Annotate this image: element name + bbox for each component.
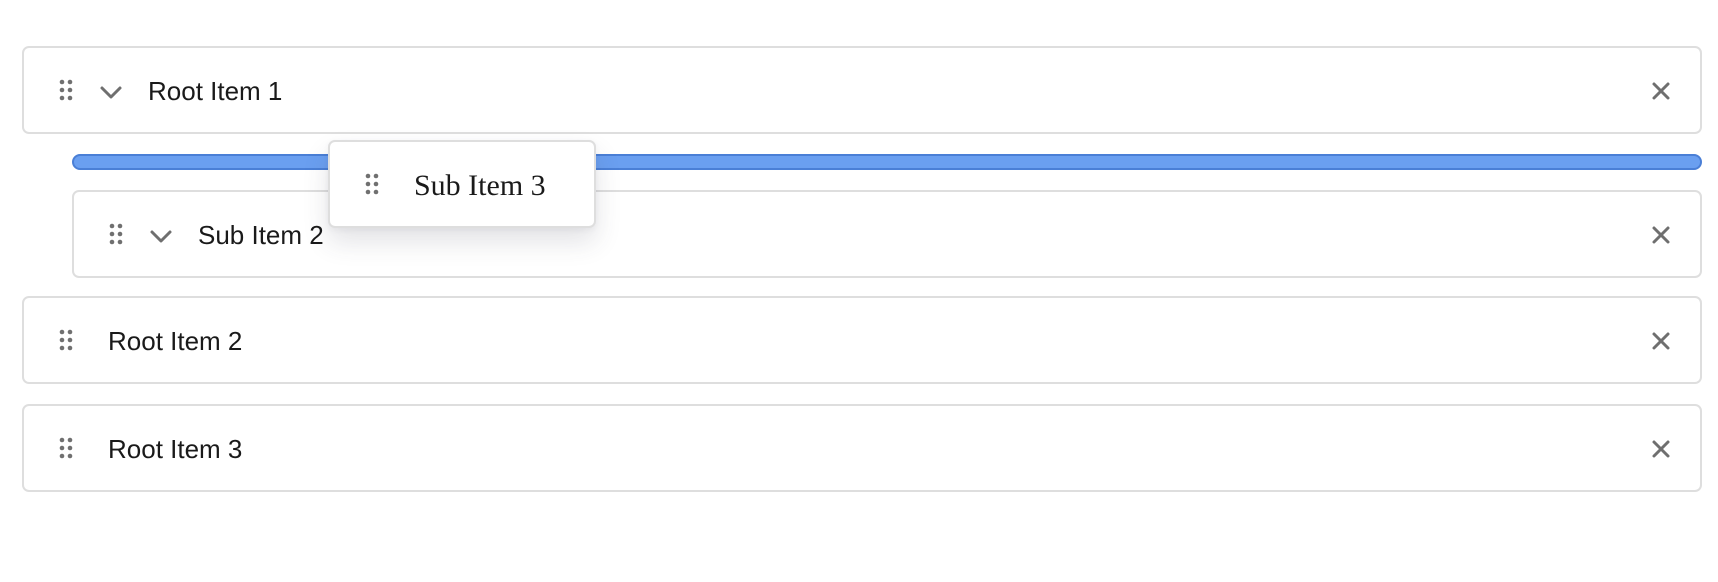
chevron-down-icon[interactable]	[148, 226, 174, 246]
tree-item-root-item-3[interactable]: Root Item 3	[22, 404, 1702, 492]
tree-item-label: Root Item 3	[108, 434, 243, 464]
close-icon[interactable]	[1648, 328, 1674, 354]
tree-item-label: Root Item 1	[148, 76, 283, 106]
close-icon[interactable]	[1648, 436, 1674, 462]
drag-handle-icon[interactable]	[58, 78, 74, 102]
tree-item-label: Root Item 2	[108, 326, 243, 356]
drop-indicator	[72, 154, 1702, 170]
sortable-tree: Root Item 1 Sub Item 2 Root Item 2 Root …	[0, 0, 1718, 582]
drag-overlay-item[interactable]: Sub Item 3	[328, 140, 596, 228]
close-icon[interactable]	[1648, 78, 1674, 104]
drag-handle-icon[interactable]	[108, 222, 124, 246]
tree-item-sub-item-2[interactable]: Sub Item 2	[72, 190, 1702, 278]
drag-overlay-label: Sub Item 3	[414, 169, 546, 202]
drag-handle-icon[interactable]	[364, 172, 380, 196]
chevron-down-icon[interactable]	[98, 82, 124, 102]
tree-item-root-item-1[interactable]: Root Item 1	[22, 46, 1702, 134]
close-icon[interactable]	[1648, 222, 1674, 248]
drag-handle-icon[interactable]	[58, 328, 74, 352]
drag-handle-icon[interactable]	[58, 436, 74, 460]
tree-item-root-item-2[interactable]: Root Item 2	[22, 296, 1702, 384]
tree-item-label: Sub Item 2	[198, 220, 324, 250]
